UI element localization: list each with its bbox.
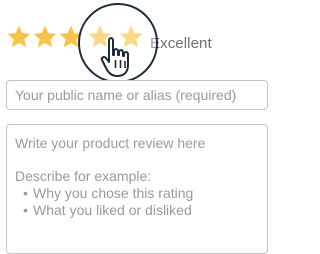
star-3-icon[interactable]	[58, 24, 84, 50]
public-name-input[interactable]	[6, 80, 268, 110]
list-item: • Why you chose this rating	[23, 185, 194, 201]
review-placeholder: Write your product review here	[15, 135, 206, 151]
star-4-icon[interactable]	[87, 24, 113, 50]
star-2-icon[interactable]	[32, 24, 58, 50]
star-rating[interactable]: Excellent	[0, 24, 257, 62]
star-5-icon[interactable]	[118, 24, 144, 50]
rating-label: Excellent	[150, 35, 212, 52]
star-1-icon[interactable]	[6, 24, 32, 50]
list-item: • What you liked or disliked	[23, 202, 192, 218]
review-textarea[interactable]: Write your product review here Describe …	[6, 124, 268, 254]
review-hint-heading: Describe for example:	[15, 168, 152, 184]
